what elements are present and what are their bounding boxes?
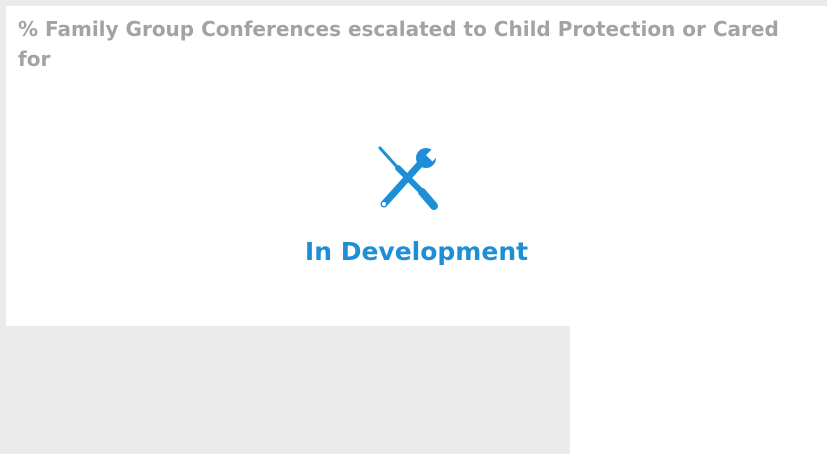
card-title: % Family Group Conferences escalated to … <box>18 17 779 71</box>
canvas-background-bottom <box>0 326 570 454</box>
in-development-label: In Development <box>304 237 529 266</box>
tools-icon <box>378 146 441 210</box>
